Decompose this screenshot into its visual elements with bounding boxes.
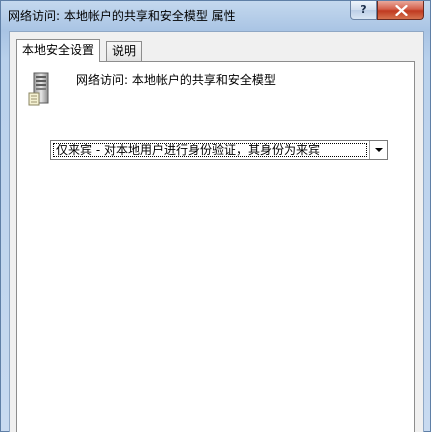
properties-window: 网络访问: 本地帐户的共享和安全模型 属性 ? 本地安全设置 说明 网络访问: … [0, 0, 431, 432]
title-bar[interactable]: 网络访问: 本地帐户的共享和安全模型 属性 ? [1, 1, 431, 31]
help-button[interactable]: ? [350, 1, 377, 20]
close-icon [395, 5, 408, 16]
chevron-down-icon [375, 148, 383, 152]
tab-panel: 网络访问: 本地帐户的共享和安全模型 仅来宾 - 对本地用户进行身份验证，其身份… [16, 61, 415, 432]
tab-local-security-setting[interactable]: 本地安全设置 [16, 39, 101, 62]
window-title: 网络访问: 本地帐户的共享和安全模型 属性 [8, 9, 236, 23]
close-button[interactable] [377, 1, 424, 20]
select-arrow-button[interactable] [369, 141, 387, 159]
policy-name: 网络访问: 本地帐户的共享和安全模型 [76, 73, 276, 87]
select-value: 仅来宾 - 对本地用户进行身份验证，其身份为来宾 [53, 143, 367, 157]
security-model-select[interactable]: 仅来宾 - 对本地用户进行身份验证，其身份为来宾 [50, 140, 388, 160]
tab-explain[interactable]: 说明 [106, 41, 143, 61]
server-icon [28, 72, 49, 106]
dialog-client-area: 本地安全设置 说明 网络访问: 本地帐户的共享和安全模型 仅来宾 - 对本地用户… [9, 31, 424, 432]
